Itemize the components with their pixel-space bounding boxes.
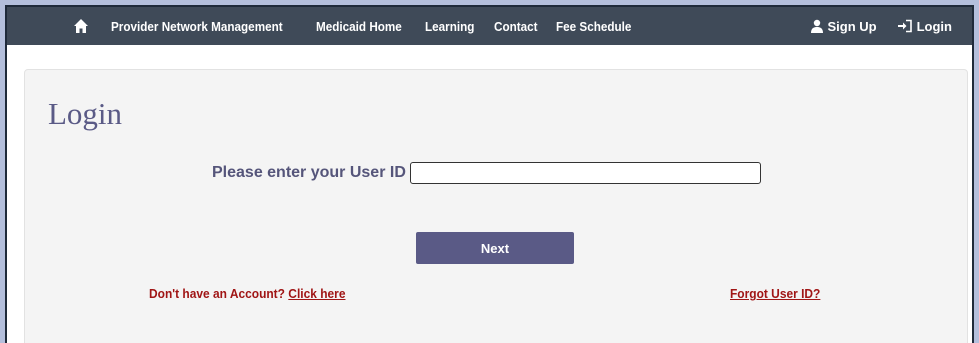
- nav-link-learning[interactable]: Learning: [425, 19, 474, 34]
- home-icon[interactable]: [73, 18, 89, 34]
- login-icon: [897, 19, 912, 33]
- next-button[interactable]: Next: [416, 232, 574, 264]
- nav-link-medicaid-home[interactable]: Medicaid Home: [316, 19, 402, 34]
- user-icon: [810, 19, 823, 33]
- no-account-row: Don't have an Account? Click here: [149, 286, 345, 301]
- top-navbar: Provider Network Management Medicaid Hom…: [7, 7, 972, 45]
- page-title: Login: [48, 96, 123, 131]
- login-label: Login: [916, 18, 952, 34]
- nav-link-provider-network-management[interactable]: Provider Network Management: [111, 19, 283, 34]
- userid-row: Please enter your User ID: [212, 162, 761, 184]
- forgot-user-id-link[interactable]: Forgot User ID?: [730, 286, 820, 301]
- nav-right-group: Sign Up Login: [790, 7, 952, 45]
- login-panel: Login Please enter your User ID Next Don…: [24, 69, 968, 343]
- no-account-text: Don't have an Account?: [149, 286, 285, 301]
- userid-label: Please enter your User ID: [212, 164, 406, 181]
- login-link[interactable]: Login: [897, 19, 952, 34]
- sign-up-link[interactable]: Sign Up: [810, 19, 877, 34]
- nav-link-fee-schedule[interactable]: Fee Schedule: [556, 19, 631, 34]
- nav-left-group: Provider Network Management Medicaid Hom…: [73, 7, 654, 45]
- nav-link-contact[interactable]: Contact: [494, 19, 538, 34]
- click-here-link[interactable]: Click here: [288, 286, 345, 301]
- userid-input[interactable]: [409, 162, 761, 184]
- sign-up-label: Sign Up: [827, 18, 877, 34]
- page-frame: Provider Network Management Medicaid Hom…: [5, 5, 974, 343]
